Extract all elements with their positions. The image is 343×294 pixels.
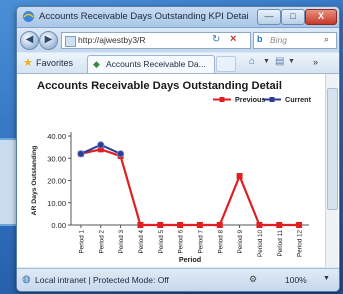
y-tick-label: 20.00 (47, 177, 66, 186)
browser-icon (23, 11, 34, 22)
navigation-bar: ◀ ▶ http://ajwestby3/R ↻ × b Bing ⌕ (17, 28, 339, 52)
minimize-button[interactable]: — (257, 9, 281, 25)
favorites-button[interactable]: Favorites (36, 58, 73, 68)
data-point (116, 150, 125, 158)
title-bar[interactable]: Accounts Receivable Days Outstanding KPI… (17, 7, 339, 28)
forward-button[interactable]: ▶ (39, 31, 58, 50)
data-point (216, 222, 223, 228)
y-axis-label: AR Days Outstanding (31, 146, 38, 216)
y-tick-label: 10.00 (47, 199, 66, 208)
address-bar[interactable]: http://ajwestby3/R ↻ × (61, 32, 251, 49)
zoom-level[interactable]: 100% (285, 275, 307, 285)
x-tick-label: Period 6 (178, 230, 185, 254)
x-tick-label: Period 3 (118, 230, 125, 254)
star-icon[interactable]: ★ (23, 56, 33, 69)
browser-tab[interactable]: ◆ Accounts Receivable Da... (87, 55, 215, 73)
x-tick-label: Period 9 (237, 230, 244, 254)
data-point (97, 141, 105, 149)
window-title: Accounts Receivable Days Outstanding KPI… (39, 11, 249, 22)
bing-icon: b (257, 34, 263, 44)
x-tick-label: Period 7 (197, 230, 204, 254)
series-line (80, 148, 300, 227)
y-tick-label: 30.00 (47, 154, 66, 163)
data-point (276, 222, 283, 228)
x-tick-label: Period 1 (78, 230, 85, 254)
search-box[interactable]: b Bing ⌕ (253, 32, 337, 49)
back-button[interactable]: ◀ (20, 31, 39, 50)
y-tick-label: 0.00 (51, 221, 66, 230)
legend-marker (269, 97, 275, 102)
favorites-bar: ★ Favorites ◆ Accounts Receivable Da... … (17, 53, 339, 74)
data-point (157, 222, 164, 228)
maximize-button[interactable]: □ (281, 9, 305, 25)
data-point (296, 222, 303, 228)
x-tick-label: Period 4 (138, 230, 145, 254)
page-icon: ◆ (93, 59, 100, 69)
chevron-down-icon[interactable]: ▼ (323, 275, 330, 282)
data-point (196, 222, 203, 228)
page-icon (65, 36, 76, 47)
data-point (236, 173, 243, 180)
legend-label: Previous (235, 95, 265, 104)
data-point (137, 222, 144, 228)
browser-window: Accounts Receivable Days Outstanding KPI… (16, 6, 340, 292)
scrollbar-thumb[interactable] (327, 88, 338, 210)
status-text: Local intranet | Protected Mode: Off (35, 275, 169, 285)
data-point (256, 222, 263, 228)
vertical-scrollbar[interactable] (325, 74, 338, 267)
chevron-down-icon[interactable]: ▼ (288, 58, 295, 65)
data-point (177, 222, 184, 228)
x-tick-label: Period 10 (257, 230, 264, 257)
address-input[interactable]: http://ajwestby3/R (78, 35, 188, 45)
x-tick-label: Period 12 (297, 230, 304, 257)
line-chart: 0.00 10.00 20.00 30.00 40.00 Period 1 Period 2… (31, 95, 312, 264)
search-input[interactable]: Bing (270, 35, 287, 45)
x-axis-label: Period (179, 255, 201, 264)
chevron-down-icon[interactable]: ▼ (263, 58, 270, 65)
home-icon[interactable]: ⌂ (249, 56, 255, 67)
legend-label: Current (285, 95, 312, 104)
feed-icon[interactable]: ▤ (275, 56, 284, 67)
x-tick-label: Period 5 (158, 230, 165, 254)
tab-label: Accounts Receivable Da... (106, 59, 206, 69)
search-icon[interactable]: ⌕ (324, 34, 329, 45)
status-bar: ◍ Local intranet | Protected Mode: Off ⚙… (17, 268, 339, 291)
close-button[interactable]: X (305, 9, 337, 25)
back-arrow-icon: ◀ (25, 34, 34, 45)
data-point (77, 150, 85, 158)
page-content: Accounts Receivable Days Outstanding Det… (17, 74, 339, 267)
forward-arrow-icon: ▶ (44, 34, 53, 45)
x-tick-label: Period 8 (217, 230, 224, 254)
x-tick-label: Period 11 (277, 230, 284, 257)
y-tick-label: 40.00 (47, 132, 66, 141)
refresh-icon[interactable]: ↻ (212, 34, 220, 45)
x-tick-label: Period 2 (98, 230, 105, 254)
legend-marker (219, 97, 225, 102)
new-tab-button[interactable] (216, 56, 236, 72)
more-icon[interactable]: » (313, 57, 318, 67)
globe-icon: ◍ (22, 274, 31, 285)
stop-icon[interactable]: × (230, 33, 236, 45)
security-icon[interactable]: ⚙ (249, 274, 257, 285)
